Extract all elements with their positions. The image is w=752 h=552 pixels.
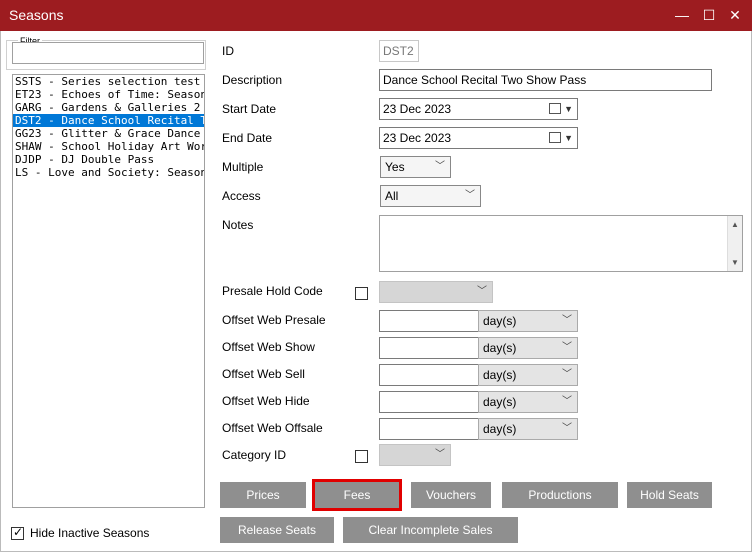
id-field[interactable]: DST2	[379, 40, 419, 62]
title-bar: Seasons — ☐ ✕	[0, 0, 752, 31]
scroll-down-icon[interactable]: ▼	[731, 258, 739, 267]
category-id-checkbox[interactable]	[355, 450, 368, 463]
maximize-icon[interactable]: ☐	[700, 6, 718, 24]
multiple-value: Yes	[385, 160, 405, 174]
unit-value: day(s)	[483, 314, 517, 328]
offset-web-show-label: Offset Web Show	[222, 340, 315, 354]
start-date-value: 23 Dec 2023	[383, 102, 452, 116]
notes-label: Notes	[222, 218, 254, 232]
chevron-down-icon[interactable]: ▼	[564, 99, 573, 119]
unit-value: day(s)	[483, 368, 517, 382]
category-id-select[interactable]: ﹀	[379, 444, 451, 466]
hold-seats-button[interactable]: Hold Seats	[627, 482, 712, 508]
access-select[interactable]: All ﹀	[380, 185, 481, 207]
clear-incomplete-sales-button[interactable]: Clear Incomplete Sales	[343, 517, 518, 543]
season-list-item[interactable]: ET23 - Echoes of Time: Season 20	[13, 88, 204, 101]
presale-hold-code-label: Presale Hold Code	[222, 284, 323, 298]
minimize-icon[interactable]: —	[673, 6, 691, 24]
season-list-item[interactable]: GARG - Gardens & Galleries 2 Da	[13, 101, 204, 114]
unit-value: day(s)	[483, 395, 517, 409]
chevron-down-icon: ﹀	[562, 315, 572, 326]
offset-web-show-input[interactable]	[379, 337, 479, 359]
offset-web-hide-label: Offset Web Hide	[222, 394, 310, 408]
filter-input[interactable]	[12, 42, 204, 64]
hide-inactive-toggle[interactable]: Hide Inactive Seasons	[11, 525, 149, 541]
unit-value: day(s)	[483, 422, 517, 436]
offset-web-presale-label: Offset Web Presale	[222, 313, 326, 327]
chevron-down-icon: ﹀	[562, 342, 572, 353]
hide-inactive-label: Hide Inactive Seasons	[30, 526, 150, 540]
offset-web-offsale-unit[interactable]: day(s) ﹀	[478, 418, 578, 440]
offset-web-offsale-input[interactable]	[379, 418, 479, 440]
season-list-item[interactable]: SHAW - School Holiday Art Works	[13, 140, 204, 153]
multiple-select[interactable]: Yes ﹀	[380, 156, 451, 178]
offset-web-sell-label: Offset Web Sell	[222, 367, 305, 381]
offset-web-sell-input[interactable]	[379, 364, 479, 386]
id-label: ID	[222, 44, 234, 58]
chevron-down-icon: ﹀	[562, 369, 572, 380]
notes-textarea[interactable]: ▲ ▼	[379, 215, 743, 272]
season-list-item-selected[interactable]: DST2 - Dance School Recital Two	[13, 114, 204, 127]
productions-button[interactable]: Productions	[502, 482, 618, 508]
hide-inactive-checkbox[interactable]	[11, 525, 24, 540]
chevron-down-icon: ﹀	[435, 449, 445, 460]
offset-web-presale-input[interactable]	[379, 310, 479, 332]
end-date-label: End Date	[222, 131, 273, 145]
close-icon[interactable]: ✕	[726, 6, 744, 24]
offset-web-show-unit[interactable]: day(s) ﹀	[478, 337, 578, 359]
category-id-label: Category ID	[222, 448, 287, 462]
chevron-down-icon: ﹀	[562, 396, 572, 407]
chevron-down-icon: ﹀	[477, 286, 487, 297]
unit-value: day(s)	[483, 341, 517, 355]
season-list-item[interactable]: DJDP - DJ Double Pass	[13, 153, 204, 166]
offset-web-presale-unit[interactable]: day(s) ﹀	[478, 310, 578, 332]
prices-button[interactable]: Prices	[220, 482, 306, 508]
end-date-value: 23 Dec 2023	[383, 131, 452, 145]
description-field[interactable]: Dance School Recital Two Show Pass	[379, 69, 712, 91]
chevron-down-icon: ﹀	[465, 190, 475, 201]
chevron-down-icon: ﹀	[562, 423, 572, 434]
vouchers-button[interactable]: Vouchers	[411, 482, 491, 508]
season-list-item[interactable]: GG23 - Glitter & Grace Dance Sch	[13, 127, 204, 140]
calendar-icon[interactable]	[549, 132, 561, 143]
start-date-label: Start Date	[222, 102, 277, 116]
presale-hold-code-select[interactable]: ﹀	[379, 281, 493, 303]
chevron-down-icon[interactable]: ▼	[564, 128, 573, 148]
chevron-down-icon: ﹀	[435, 161, 445, 172]
access-value: All	[385, 189, 399, 203]
season-list[interactable]: SSTS - Series selection test 01 ET23 - E…	[12, 74, 205, 508]
start-date-picker[interactable]: 23 Dec 2023 ▼	[379, 98, 578, 120]
presale-hold-code-checkbox[interactable]	[355, 287, 368, 300]
description-label: Description	[222, 73, 283, 87]
access-label: Access	[222, 189, 261, 203]
offset-web-sell-unit[interactable]: day(s) ﹀	[478, 364, 578, 386]
window-title: Seasons	[9, 7, 64, 23]
notes-scrollbar[interactable]: ▲ ▼	[727, 216, 742, 271]
scroll-up-icon[interactable]: ▲	[731, 220, 739, 229]
calendar-icon[interactable]	[549, 103, 561, 114]
offset-web-hide-unit[interactable]: day(s) ﹀	[478, 391, 578, 413]
season-list-item[interactable]: SSTS - Series selection test 01	[13, 75, 204, 88]
multiple-label: Multiple	[222, 160, 264, 174]
release-seats-button[interactable]: Release Seats	[220, 517, 334, 543]
offset-web-hide-input[interactable]	[379, 391, 479, 413]
offset-web-offsale-label: Offset Web Offsale	[222, 421, 323, 435]
season-list-item[interactable]: LS - Love and Society: Season 202	[13, 166, 204, 179]
fees-button[interactable]: Fees	[312, 479, 402, 511]
end-date-picker[interactable]: 23 Dec 2023 ▼	[379, 127, 578, 149]
